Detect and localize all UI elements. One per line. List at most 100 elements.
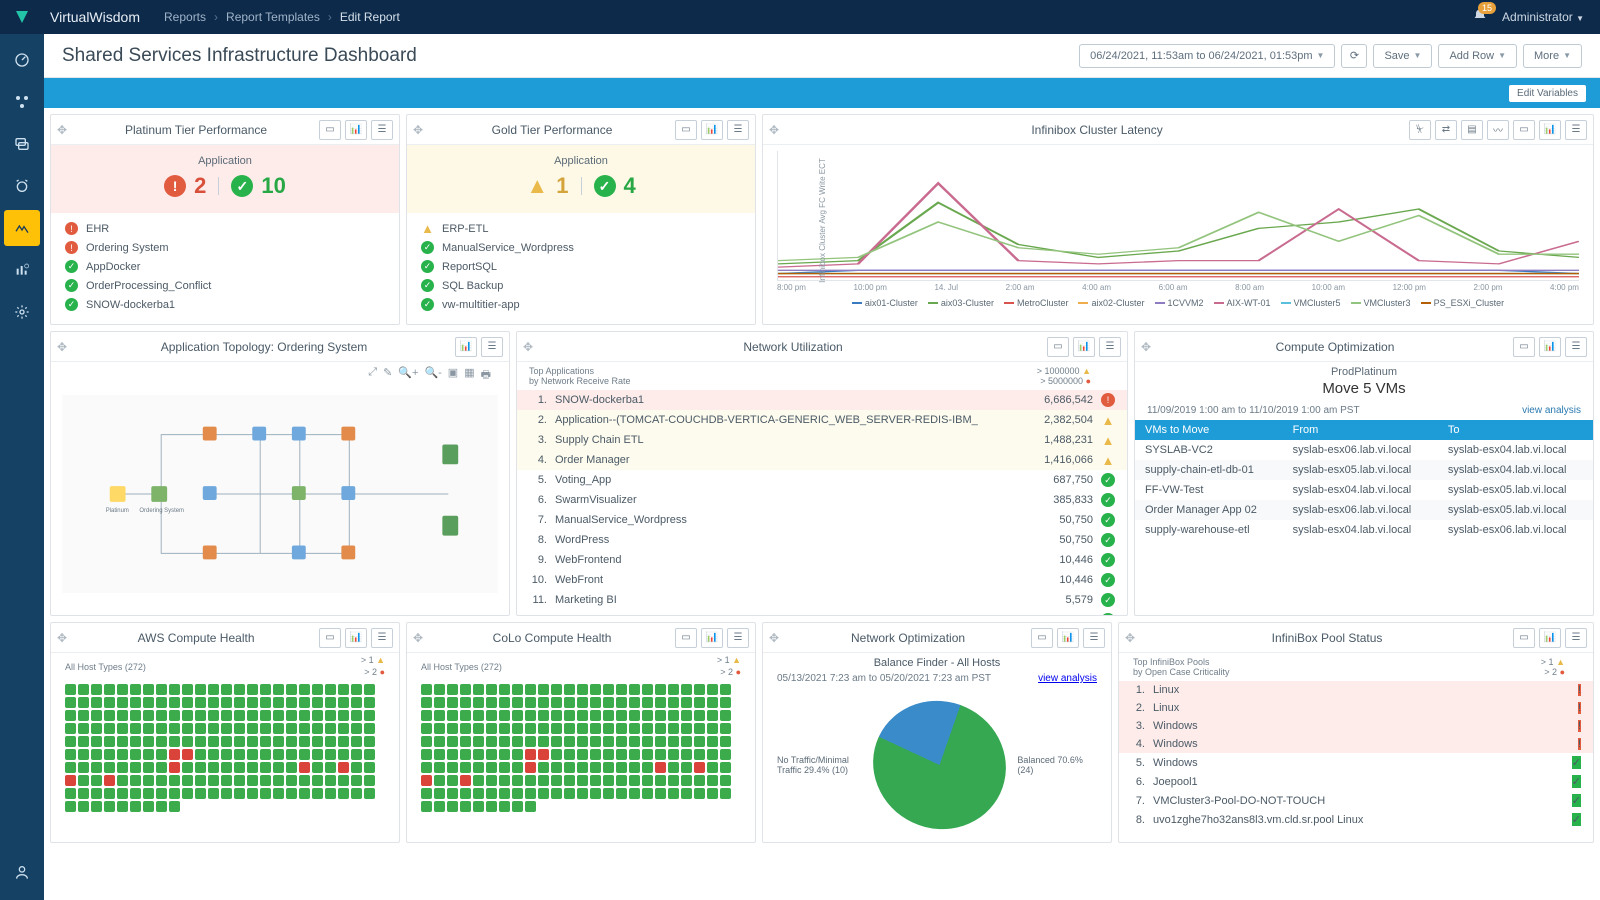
host-cell[interactable] (525, 736, 536, 747)
host-cell[interactable] (65, 723, 76, 734)
host-cell[interactable] (208, 697, 219, 708)
host-cell[interactable] (551, 723, 562, 734)
host-cell[interactable] (447, 749, 458, 760)
host-cell[interactable] (421, 749, 432, 760)
host-cell[interactable] (551, 762, 562, 773)
host-cell[interactable] (351, 775, 362, 786)
topo-tool-expand-icon[interactable]: ⤢ (368, 366, 377, 385)
host-cell[interactable] (143, 710, 154, 721)
host-cell[interactable] (525, 697, 536, 708)
host-cell[interactable] (117, 723, 128, 734)
host-cell[interactable] (169, 684, 180, 695)
host-cell[interactable] (78, 775, 89, 786)
host-cell[interactable] (447, 775, 458, 786)
host-cell[interactable] (195, 710, 206, 721)
host-cell[interactable] (234, 684, 245, 695)
host-cell[interactable] (299, 749, 310, 760)
host-cell[interactable] (473, 684, 484, 695)
host-cell[interactable] (707, 775, 718, 786)
host-cell[interactable] (642, 788, 653, 799)
host-cell[interactable] (325, 762, 336, 773)
host-cell[interactable] (603, 684, 614, 695)
vm-row[interactable]: supply-warehouse-etlsyslab-esx04.lab.vi.… (1135, 520, 1593, 540)
host-cell[interactable] (351, 684, 362, 695)
host-cell[interactable] (616, 762, 627, 773)
host-cell[interactable] (694, 749, 705, 760)
host-cell[interactable] (681, 723, 692, 734)
host-cell[interactable] (668, 788, 679, 799)
host-cell[interactable] (629, 710, 640, 721)
host-cell[interactable] (642, 775, 653, 786)
host-cell[interactable] (299, 762, 310, 773)
host-cell[interactable] (707, 736, 718, 747)
host-cell[interactable] (434, 697, 445, 708)
host-cell[interactable] (338, 684, 349, 695)
host-cell[interactable] (525, 801, 536, 812)
host-cell[interactable] (286, 788, 297, 799)
host-cell[interactable] (512, 762, 523, 773)
host-cell[interactable] (486, 697, 497, 708)
host-cell[interactable] (156, 775, 167, 786)
host-cell[interactable] (221, 684, 232, 695)
host-cell[interactable] (668, 736, 679, 747)
host-cell[interactable] (286, 749, 297, 760)
card-action-list-icon[interactable]: ☰ (481, 337, 503, 357)
host-cell[interactable] (720, 775, 731, 786)
host-cell[interactable] (564, 788, 575, 799)
host-cell[interactable] (486, 749, 497, 760)
host-cell[interactable] (169, 710, 180, 721)
host-cell[interactable] (720, 697, 731, 708)
nav-analytics-icon[interactable] (4, 252, 40, 288)
host-cell[interactable] (512, 736, 523, 747)
host-cell[interactable] (65, 710, 76, 721)
host-cell[interactable] (91, 684, 102, 695)
host-cell[interactable] (195, 775, 206, 786)
host-cell[interactable] (499, 801, 510, 812)
host-cell[interactable] (681, 762, 692, 773)
host-cell[interactable] (551, 710, 562, 721)
more-button[interactable]: More▼ (1523, 44, 1582, 68)
host-cell[interactable] (642, 749, 653, 760)
host-cell[interactable] (642, 723, 653, 734)
host-cell[interactable] (525, 710, 536, 721)
host-cell[interactable] (260, 788, 271, 799)
drag-handle-icon[interactable]: ✥ (57, 123, 67, 137)
host-cell[interactable] (351, 710, 362, 721)
host-cell[interactable] (421, 775, 432, 786)
host-cell[interactable] (91, 710, 102, 721)
host-cell[interactable] (434, 723, 445, 734)
host-cell[interactable] (104, 749, 115, 760)
host-cell[interactable] (364, 788, 375, 799)
refresh-button[interactable]: ⟳ (1341, 44, 1367, 68)
topo-tool-zoomin-icon[interactable]: 🔍+ (398, 366, 418, 385)
host-cell[interactable] (551, 775, 562, 786)
host-cell[interactable] (538, 710, 549, 721)
host-cell[interactable] (130, 749, 141, 760)
host-cell[interactable] (325, 788, 336, 799)
vm-row[interactable]: supply-chain-etl-db-01syslab-esx05.lab.v… (1135, 460, 1593, 480)
host-cell[interactable] (260, 762, 271, 773)
host-cell[interactable] (655, 723, 666, 734)
card-action-chart-icon[interactable]: 📊 (345, 628, 367, 648)
netutil-row[interactable]: 6.SwarmVisualizer385,833✓ (517, 490, 1127, 510)
host-cell[interactable] (104, 775, 115, 786)
card-action-list-icon[interactable]: ☰ (371, 120, 393, 140)
host-cell[interactable] (260, 749, 271, 760)
host-cell[interactable] (273, 788, 284, 799)
netutil-row[interactable]: 7.ManualService_Wordpress50,750✓ (517, 510, 1127, 530)
host-cell[interactable] (312, 762, 323, 773)
card-action-list-icon[interactable]: ☰ (1565, 337, 1587, 357)
host-cell[interactable] (551, 684, 562, 695)
host-cell[interactable] (325, 749, 336, 760)
host-cell[interactable] (364, 697, 375, 708)
host-cell[interactable] (273, 749, 284, 760)
host-cell[interactable] (65, 749, 76, 760)
host-cell[interactable] (104, 710, 115, 721)
drag-handle-icon[interactable]: ✥ (57, 340, 67, 354)
tier-app-item[interactable]: ✓OrderProcessing_Conflict (65, 276, 385, 295)
host-cell[interactable] (221, 723, 232, 734)
card-action-comment-icon[interactable]: ▭ (319, 628, 341, 648)
host-cell[interactable] (655, 762, 666, 773)
host-cell[interactable] (590, 788, 601, 799)
host-cell[interactable] (460, 723, 471, 734)
